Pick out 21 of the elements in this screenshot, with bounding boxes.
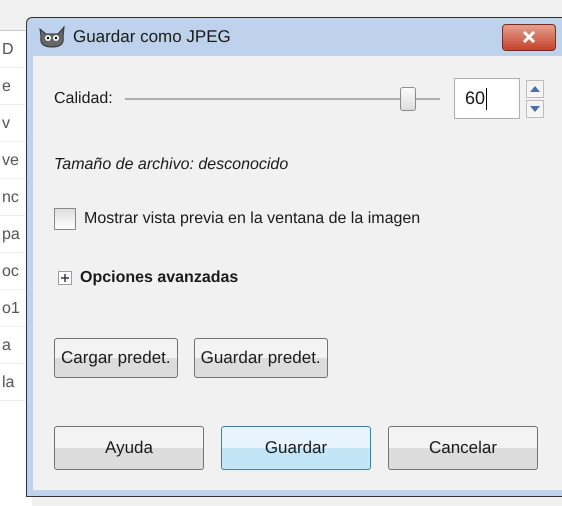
mascot-icon [37,25,67,49]
down-arrow-icon [530,106,540,112]
advanced-options-label[interactable]: Opciones avanzadas [80,266,238,290]
dialog-button[interactable]: Guardar [221,426,371,470]
spin-up-button[interactable] [526,80,544,98]
quality-input[interactable]: 60 [454,78,520,119]
defaults-button[interactable]: Guardar predet. [194,338,328,378]
close-button[interactable] [502,24,556,50]
close-icon [521,31,537,43]
window-title: Guardar como JPEG [73,26,231,48]
spin-down-button[interactable] [526,100,544,118]
slider-thumb[interactable] [400,86,416,110]
up-arrow-icon [530,86,540,92]
dialog-button[interactable]: Ayuda [54,426,204,470]
file-size-text: Tamaño de archivo: desconocido [54,155,290,175]
dialog-button[interactable]: Cancelar [388,426,538,470]
preview-label[interactable]: Mostrar vista previa en la ventana de la imagen [84,207,420,231]
expander-toggle[interactable] [58,271,72,285]
defaults-button[interactable]: Cargar predet. [54,338,178,378]
preview-checkbox[interactable] [54,208,76,230]
quality-label: Calidad: [54,88,113,108]
